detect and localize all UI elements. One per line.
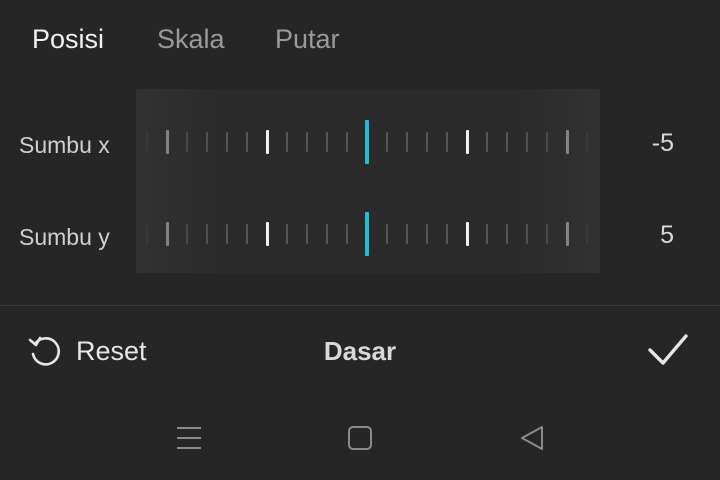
back-icon — [521, 426, 543, 450]
ruler-tick — [506, 132, 508, 152]
ruler-tick — [246, 132, 248, 152]
divider — [0, 305, 720, 306]
x-axis-value: -5 — [651, 129, 674, 157]
ruler-tick — [226, 132, 228, 152]
ruler-tick — [346, 224, 348, 244]
ruler-tick — [486, 224, 488, 244]
x-axis-ruler-slider[interactable] — [136, 112, 600, 172]
tab-bar: Posisi Skala Putar — [0, 0, 720, 80]
ruler-tick — [586, 132, 588, 152]
ruler-tick — [526, 132, 528, 152]
nav-home-button[interactable] — [347, 424, 373, 457]
ruler-tick — [286, 224, 288, 244]
ruler-tick — [306, 132, 308, 152]
nav-back-button[interactable] — [518, 424, 546, 457]
ruler-major-tick — [465, 222, 469, 246]
y-axis-value: 5 — [660, 221, 674, 249]
y-axis-ruler-slider[interactable] — [136, 204, 600, 264]
ruler-tick — [246, 224, 248, 244]
menu-icon — [177, 427, 201, 449]
ruler-tick — [426, 224, 428, 244]
ruler-tick — [446, 224, 448, 244]
ruler-tick — [506, 224, 508, 244]
ruler-tick — [426, 132, 428, 152]
ruler-tick — [346, 132, 348, 152]
tab-putar[interactable]: Putar — [275, 24, 340, 55]
mode-title: Dasar — [323, 336, 397, 366]
ruler-center-indicator — [365, 212, 369, 256]
ruler-tick — [386, 224, 388, 244]
system-nav-bar — [0, 410, 720, 470]
ruler-tick — [406, 224, 408, 244]
ruler-tick — [146, 224, 148, 244]
ruler-major-tick — [265, 222, 269, 246]
ruler-tick — [386, 132, 388, 152]
checkmark-icon — [648, 334, 688, 365]
ruler-major-tick — [165, 222, 169, 246]
ruler-tick — [406, 132, 408, 152]
ruler-tick — [326, 132, 328, 152]
home-icon — [348, 426, 372, 450]
ruler-tick — [206, 132, 208, 152]
tab-posisi[interactable]: Posisi — [32, 24, 104, 55]
ruler-major-tick — [465, 130, 469, 154]
y-axis-label: Sumbu y — [19, 224, 110, 250]
ruler-tick — [446, 132, 448, 152]
ruler-tick — [146, 132, 148, 152]
ruler-tick — [546, 132, 548, 152]
ruler-major-tick — [565, 222, 569, 246]
nav-menu-button[interactable] — [175, 424, 203, 457]
ruler-tick — [286, 132, 288, 152]
x-axis-label: Sumbu x — [19, 132, 110, 158]
ruler-tick — [186, 132, 188, 152]
ruler-tick — [586, 224, 588, 244]
ruler-tick — [206, 224, 208, 244]
ruler-tick — [326, 224, 328, 244]
ruler-center-indicator — [365, 120, 369, 164]
ruler-major-tick — [565, 130, 569, 154]
tab-skala[interactable]: Skala — [157, 24, 225, 55]
confirm-button[interactable] — [646, 330, 690, 375]
ruler-tick — [546, 224, 548, 244]
ruler-tick — [486, 132, 488, 152]
ruler-tick — [186, 224, 188, 244]
ruler-tick — [526, 224, 528, 244]
ruler-major-tick — [265, 130, 269, 154]
ruler-major-tick — [165, 130, 169, 154]
ruler-tick — [226, 224, 228, 244]
ruler-tick — [306, 224, 308, 244]
